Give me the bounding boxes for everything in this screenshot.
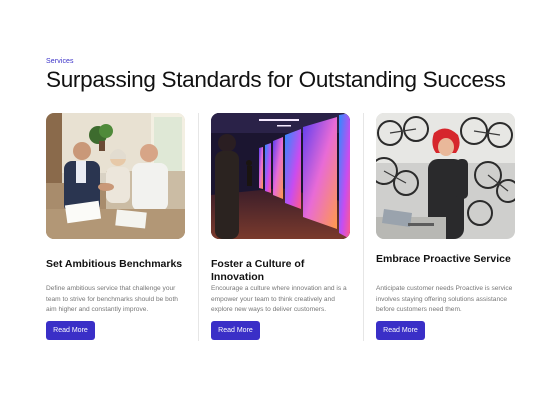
card-divider [363, 113, 364, 341]
neon-gallery-photo [211, 113, 350, 239]
service-card-benchmarks: Set Ambitious Benchmarks Define ambitiou… [46, 113, 185, 343]
card-title: Set Ambitious Benchmarks [46, 258, 183, 270]
section-title: Surpassing Standards for Outstanding Suc… [46, 67, 506, 92]
card-description: Anticipate customer needs Proactive is s… [376, 285, 513, 314]
card-divider [198, 113, 199, 341]
bicycle-shop-photo [376, 113, 515, 239]
card-description: Encourage a culture where innovation and… [211, 285, 347, 314]
read-more-button[interactable]: Read More [376, 321, 425, 340]
section-eyebrow: Services [46, 58, 74, 65]
read-more-button[interactable]: Read More [46, 321, 95, 340]
family-handshake-photo [46, 113, 185, 239]
service-card-proactive: Embrace Proactive Service Anticipate cus… [376, 113, 515, 343]
card-title: Foster a Culture of Innovation [211, 258, 305, 283]
card-title: Embrace Proactive Service [376, 253, 511, 265]
service-card-innovation: Foster a Culture of Innovation Encourage… [211, 113, 350, 343]
card-description: Define ambitious service that challenge … [46, 285, 178, 314]
read-more-button[interactable]: Read More [211, 321, 260, 340]
